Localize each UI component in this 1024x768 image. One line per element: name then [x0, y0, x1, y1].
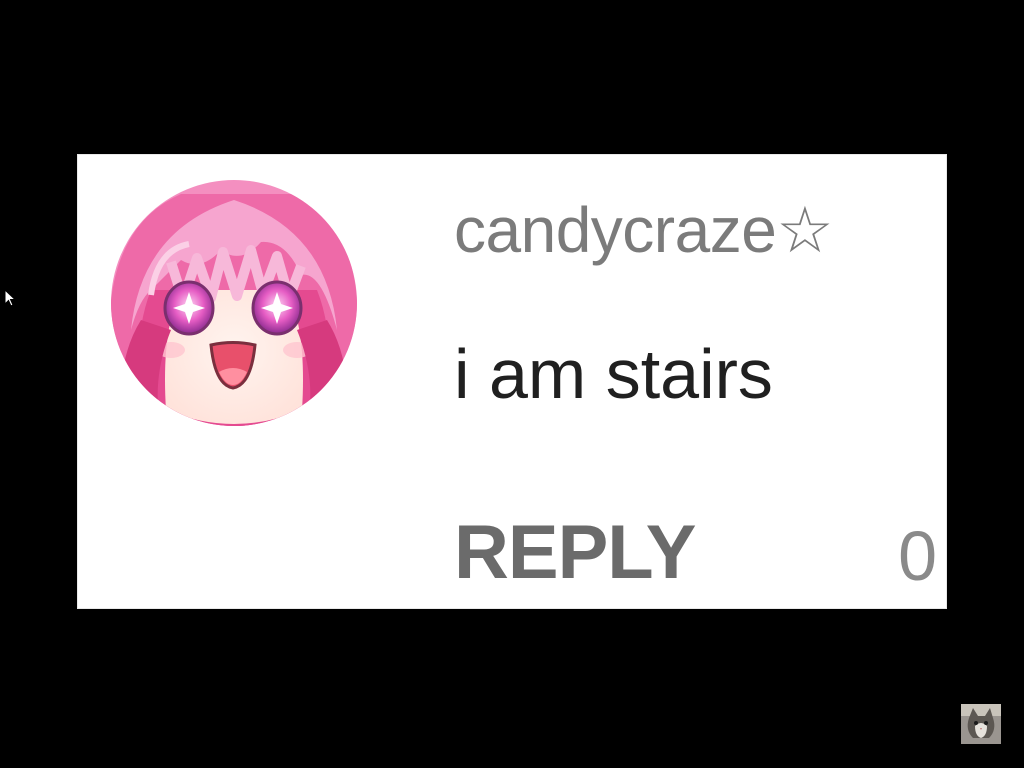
reply-button[interactable]: REPLY	[454, 510, 696, 596]
avatar[interactable]	[111, 180, 357, 426]
cat-thumbnail	[961, 704, 1001, 744]
anime-girl-avatar-icon	[111, 180, 357, 426]
comment-body: i am stairs	[454, 335, 773, 413]
mouse-pointer-icon	[4, 289, 16, 307]
cat-icon	[961, 704, 1001, 744]
comment-card: candycraze☆ i am stairs REPLY 0	[77, 154, 947, 609]
like-count: 0	[898, 517, 937, 595]
comment-author[interactable]: candycraze☆	[454, 192, 834, 268]
video-frame: candycraze☆ i am stairs REPLY 0	[0, 0, 1024, 768]
